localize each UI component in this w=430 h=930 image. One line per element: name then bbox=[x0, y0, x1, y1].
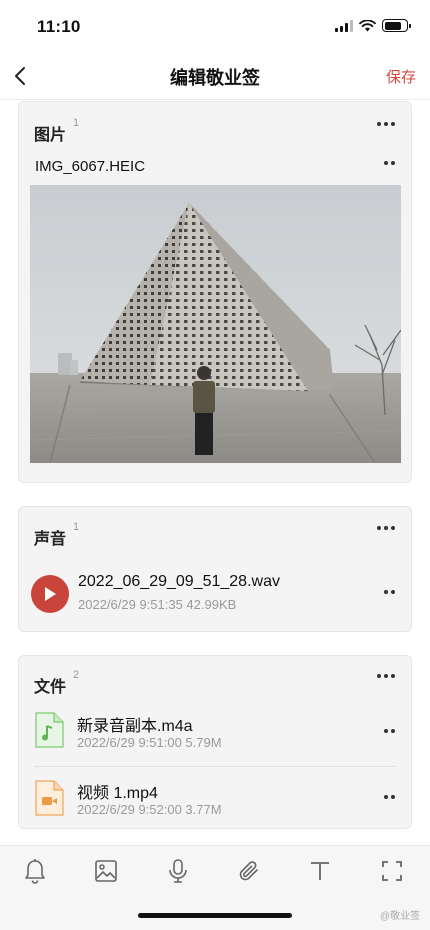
record-audio-button[interactable] bbox=[165, 858, 191, 884]
text-icon bbox=[311, 862, 329, 880]
reminder-button[interactable] bbox=[22, 858, 48, 884]
wifi-icon bbox=[359, 19, 376, 31]
paperclip-icon bbox=[239, 861, 258, 881]
play-icon bbox=[45, 587, 56, 601]
file-name-1: 新录音副本.m4a bbox=[77, 718, 193, 735]
image-file-more-button[interactable] bbox=[380, 157, 399, 169]
audio-file-name: 2022_06_29_09_51_28.wav bbox=[78, 573, 280, 590]
file-meta-1: 2022/6/29 9:51:00 5.79M bbox=[77, 735, 222, 750]
watermark: @敬业签 bbox=[379, 911, 420, 922]
audio-section-title: 声音 bbox=[34, 531, 67, 548]
image-icon bbox=[95, 860, 117, 882]
insert-image-button[interactable] bbox=[93, 858, 119, 884]
file-name-2: 视频 1.mp4 bbox=[77, 785, 158, 802]
fullscreen-icon bbox=[382, 861, 402, 881]
nav-bar: 编辑敬业签 保存 bbox=[0, 52, 430, 100]
files-card: 文件 2 新录音副本.m4a 2022/6/29 9:51:00 5.79M 视… bbox=[18, 655, 412, 829]
image-card: 图片 1 IMG_6067.HEIC bbox=[18, 101, 412, 483]
image-section-more-button[interactable] bbox=[373, 118, 399, 130]
bell-icon bbox=[25, 859, 45, 884]
image-file-name: IMG_6067.HEIC bbox=[35, 158, 146, 175]
status-time: 11:10 bbox=[37, 17, 81, 36]
status-bar: 11:10 bbox=[0, 0, 430, 52]
file-1-more-button[interactable] bbox=[380, 725, 399, 737]
image-count: 1 bbox=[73, 117, 80, 129]
files-section-more-button[interactable] bbox=[373, 670, 399, 682]
battery-icon bbox=[382, 19, 411, 32]
audio-section-more-button[interactable] bbox=[373, 522, 399, 534]
audio-file-icon bbox=[35, 712, 64, 748]
back-button[interactable] bbox=[4, 60, 36, 92]
signal-icon bbox=[335, 19, 353, 32]
text-format-button[interactable] bbox=[307, 858, 333, 884]
chevron-left-icon bbox=[15, 67, 25, 85]
video-file-icon bbox=[35, 780, 64, 816]
files-count: 2 bbox=[73, 669, 80, 681]
image-section-title: 图片 bbox=[34, 127, 67, 144]
play-button[interactable] bbox=[31, 575, 69, 613]
file-2-more-button[interactable] bbox=[380, 791, 399, 803]
photo-image bbox=[30, 185, 401, 463]
fullscreen-button[interactable] bbox=[379, 858, 405, 884]
audio-file-more-button[interactable] bbox=[380, 586, 399, 598]
files-section-title: 文件 bbox=[34, 679, 67, 696]
attached-photo[interactable] bbox=[30, 185, 401, 463]
audio-count: 1 bbox=[73, 521, 80, 533]
audio-file-meta: 2022/6/29 9:51:35 42.99KB bbox=[78, 597, 237, 612]
audio-card: 声音 1 2022_06_29_09_51_28.wav 2022/6/29 9… bbox=[18, 506, 412, 632]
status-icons bbox=[335, 19, 411, 32]
attach-file-button[interactable] bbox=[236, 858, 262, 884]
file-divider bbox=[34, 766, 396, 767]
microphone-icon bbox=[169, 859, 187, 883]
editor-content[interactable]: 图片 1 IMG_6067.HEIC 声音 1 2022_06_29_09_51… bbox=[0, 100, 430, 845]
save-button[interactable]: 保存 bbox=[386, 66, 416, 87]
page-title: 编辑敬业签 bbox=[170, 68, 260, 88]
home-indicator bbox=[138, 913, 292, 918]
file-meta-2: 2022/6/29 9:52:00 3.77M bbox=[77, 802, 222, 817]
